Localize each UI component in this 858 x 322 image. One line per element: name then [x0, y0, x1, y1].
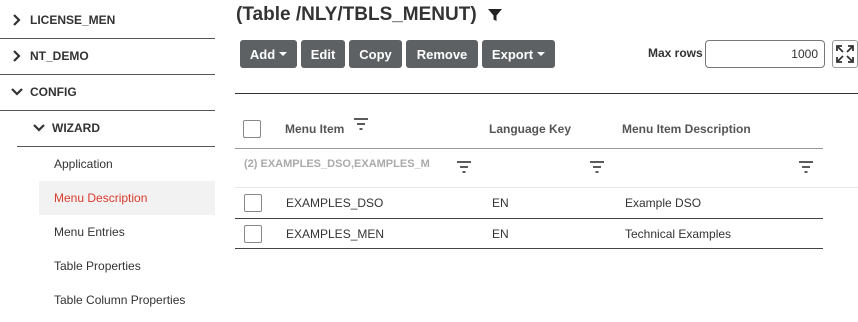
chevron-right-icon [10, 49, 24, 63]
fullscreen-button[interactable] [832, 40, 858, 68]
title-row: (Table /NLY/TBLS_MENUT) [236, 4, 503, 26]
cell-description: Example DSO [625, 196, 702, 210]
column-header-language-key[interactable]: Language Key [489, 122, 571, 136]
sidebar-subitem-menu-description[interactable]: Menu Description [39, 181, 215, 215]
sidebar-subitem-table-column-properties[interactable]: Table Column Properties [39, 283, 215, 317]
sidebar-subitem-table-properties[interactable]: Table Properties [39, 249, 215, 283]
divider [0, 74, 215, 75]
sidebar: LICENSE_MEN NT_DEMO CONFIG WIZARD Applic… [0, 0, 215, 322]
remove-button[interactable]: Remove [406, 40, 478, 68]
filter-value-menu-item[interactable]: (2) EXAMPLES_DSO,EXAMPLES_M [244, 158, 440, 170]
max-rows-label: Max rows [648, 46, 703, 60]
chevron-down-icon [10, 85, 24, 99]
row-checkbox[interactable] [244, 225, 262, 243]
cell-language-key: EN [492, 227, 509, 241]
max-rows-input[interactable] [705, 40, 825, 68]
sidebar-item-label: WIZARD [52, 121, 100, 135]
edit-button[interactable]: Edit [301, 40, 345, 68]
export-button[interactable]: Export [482, 40, 555, 68]
filter-lines-icon[interactable] [456, 160, 472, 174]
page-title: (Table /NLY/TBLS_MENUT) [236, 4, 477, 25]
filter-lines-icon[interactable] [798, 160, 814, 174]
sidebar-subitem-application[interactable]: Application [39, 147, 215, 181]
cell-menu-item: EXAMPLES_MEN [286, 227, 385, 241]
divider [235, 187, 858, 188]
caret-down-icon [537, 52, 546, 56]
sidebar-item-label: CONFIG [30, 85, 77, 99]
sidebar-subitem-menu-entries[interactable]: Menu Entries [39, 215, 215, 249]
divider [0, 38, 215, 39]
cell-menu-item: EXAMPLES_DSO [286, 196, 384, 210]
cell-language-key: EN [492, 196, 509, 210]
row-checkbox[interactable] [244, 194, 262, 212]
sidebar-item-label: NT_DEMO [30, 49, 89, 63]
chevron-down-icon [32, 121, 46, 135]
sidebar-item-license-men[interactable]: LICENSE_MEN [10, 13, 115, 27]
divider [235, 248, 823, 249]
add-button-label: Add [249, 46, 276, 62]
filter-lines-icon[interactable] [589, 160, 605, 174]
caret-down-icon [279, 52, 288, 56]
chevron-right-icon [10, 13, 24, 27]
fullscreen-icon [836, 45, 854, 63]
sidebar-item-nt-demo[interactable]: NT_DEMO [10, 49, 89, 63]
divider [235, 148, 823, 149]
filter-lines-icon[interactable] [353, 117, 369, 131]
sidebar-item-config[interactable]: CONFIG [10, 85, 77, 99]
export-button-label: Export [491, 46, 534, 62]
toolbar: Add Edit Copy Remove Export [240, 40, 555, 68]
cell-description: Technical Examples [625, 227, 732, 241]
column-header-menu-item[interactable]: Menu Item [285, 122, 344, 136]
add-button[interactable]: Add [240, 40, 297, 68]
select-all-checkbox[interactable] [243, 120, 261, 138]
divider [235, 218, 823, 219]
sidebar-item-label: LICENSE_MEN [30, 13, 116, 27]
copy-button[interactable]: Copy [349, 40, 402, 68]
column-header-menu-item-description[interactable]: Menu Item Description [622, 122, 751, 136]
divider [0, 110, 215, 111]
sidebar-item-wizard[interactable]: WIZARD [32, 121, 100, 135]
divider [235, 93, 858, 94]
filter-icon[interactable] [487, 7, 503, 23]
